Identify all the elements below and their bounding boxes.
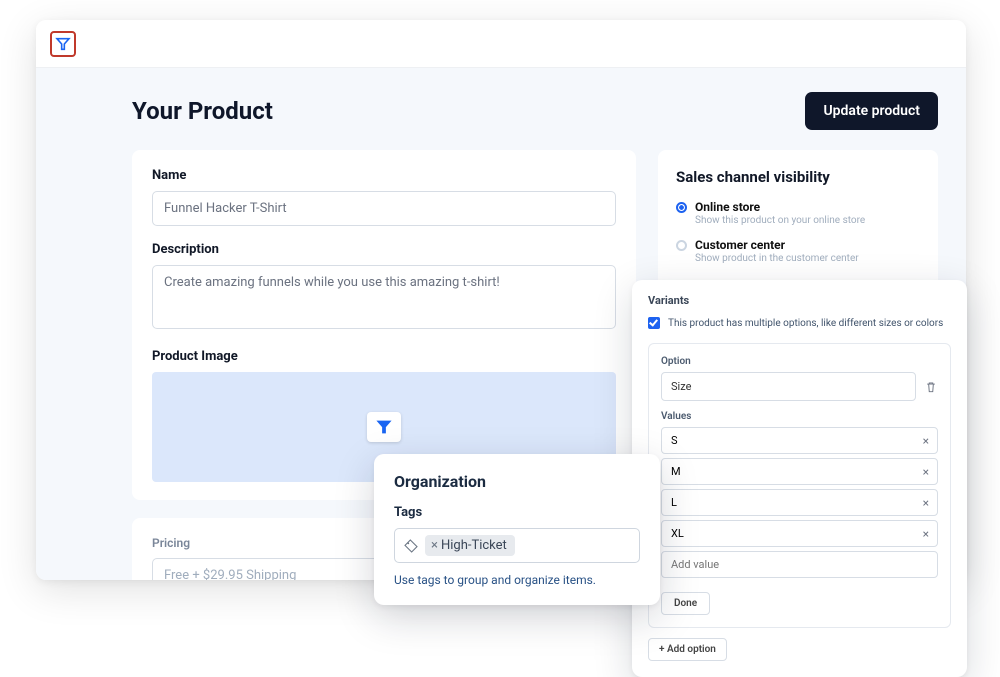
sales-channel-title: Sales channel visibility	[676, 168, 920, 186]
product-image-thumb	[367, 412, 401, 442]
value-row: ×	[661, 458, 938, 485]
channel-desc: Show product in the customer center	[695, 253, 920, 264]
product-image-label: Product Image	[152, 349, 616, 364]
variants-title: Variants	[648, 294, 951, 307]
add-value-row	[661, 551, 938, 578]
add-value-input[interactable]	[662, 552, 937, 577]
organization-title: Organization	[394, 472, 640, 491]
channel-name: Customer center	[695, 238, 785, 252]
variants-panel: Variants This product has multiple optio…	[632, 280, 967, 677]
organization-hint: Use tags to group and organize items.	[394, 573, 640, 587]
tag-chip[interactable]: × High-Ticket	[425, 535, 515, 556]
radio-unselected-icon	[676, 240, 687, 251]
description-label: Description	[152, 242, 616, 257]
channel-name: Online store	[695, 200, 760, 214]
remove-value-icon[interactable]: ×	[915, 465, 937, 479]
channel-desc: Show this product on your online store	[695, 215, 920, 226]
page-title: Your Product	[132, 97, 273, 125]
sales-channel-card: Sales channel visibility Online store Sh…	[658, 150, 938, 288]
channel-online-store[interactable]: Online store Show this product on your o…	[676, 200, 920, 226]
radio-selected-icon	[676, 202, 687, 213]
product-details-card: Name Description Create amazing funnels …	[132, 150, 636, 500]
value-input[interactable]	[662, 521, 915, 546]
remove-value-icon[interactable]: ×	[915, 527, 937, 541]
funnel-icon	[374, 418, 394, 436]
value-input[interactable]	[662, 490, 915, 515]
remove-value-icon[interactable]: ×	[915, 434, 937, 448]
value-row: ×	[661, 427, 938, 454]
values-label: Values	[661, 411, 938, 422]
page-header: Your Product Update product	[132, 92, 938, 130]
value-row: ×	[661, 489, 938, 516]
value-row: ×	[661, 520, 938, 547]
tag-text: High-Ticket	[441, 538, 507, 553]
name-label: Name	[152, 168, 616, 183]
tag-icon	[403, 538, 419, 554]
done-button[interactable]: Done	[661, 592, 710, 615]
update-product-button[interactable]: Update product	[805, 92, 938, 130]
description-textarea[interactable]: Create amazing funnels while you use thi…	[152, 265, 616, 329]
value-input[interactable]	[662, 428, 915, 453]
brand-logo	[50, 31, 76, 57]
multiple-options-label: This product has multiple options, like …	[668, 318, 943, 329]
channel-customer-center[interactable]: Customer center Show product in the cust…	[676, 238, 920, 264]
checkbox-checked-icon	[648, 317, 660, 329]
add-option-button[interactable]: + Add option	[648, 638, 727, 661]
value-input[interactable]	[662, 459, 915, 484]
option-label: Option	[661, 356, 938, 367]
multiple-options-row[interactable]: This product has multiple options, like …	[648, 317, 951, 329]
trash-icon[interactable]	[924, 380, 938, 394]
remove-value-icon[interactable]: ×	[915, 496, 937, 510]
tags-label: Tags	[394, 505, 640, 520]
remove-tag-icon[interactable]: ×	[431, 538, 438, 553]
top-bar	[36, 20, 966, 68]
tags-input[interactable]: × High-Ticket	[394, 528, 640, 563]
funnel-icon	[55, 36, 71, 52]
option-name-input[interactable]	[661, 372, 916, 401]
organization-panel: Organization Tags × High-Ticket Use tags…	[374, 454, 660, 605]
name-input[interactable]	[152, 191, 616, 226]
option-block: Option Values × × × × Done	[648, 343, 951, 628]
